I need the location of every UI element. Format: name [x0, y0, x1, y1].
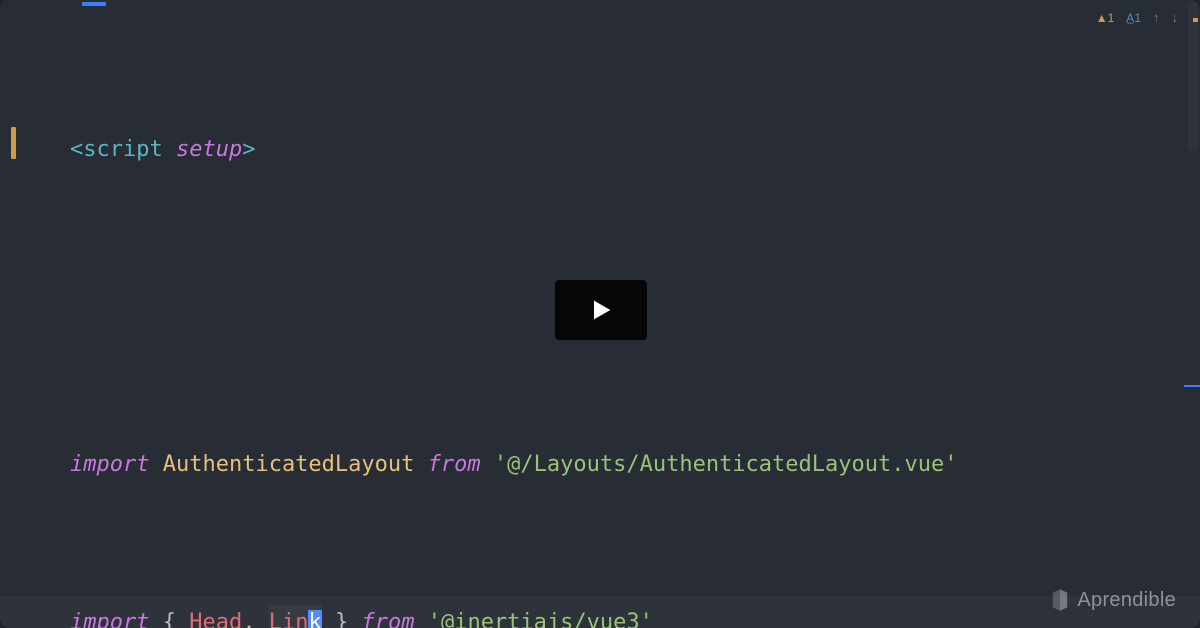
vcs-change-marker[interactable]	[11, 127, 16, 159]
identifier: Head	[189, 605, 242, 628]
code-line-active[interactable]: import { Head, Link } from '@inertiajs/v…	[0, 596, 1200, 628]
kw-import: import	[70, 447, 149, 482]
identifier-selected: Link	[269, 605, 322, 628]
viewport-marker-icon	[1184, 385, 1200, 387]
attr-name: setup	[176, 132, 242, 167]
code-line[interactable]: <script setup>	[70, 124, 1188, 176]
angle-open: <	[70, 132, 83, 167]
kw-import: import	[70, 605, 149, 628]
warning-marker-icon[interactable]	[1193, 18, 1198, 22]
kw-from: from	[428, 447, 481, 482]
brand-logo-icon	[1051, 589, 1069, 611]
watermark-text: Aprendible	[1077, 584, 1176, 616]
text-cursor: k	[308, 610, 321, 628]
kw-from: from	[361, 605, 414, 628]
tag-name: script	[83, 132, 162, 167]
play-button[interactable]	[555, 280, 647, 340]
identifier: AuthenticatedLayout	[163, 447, 415, 482]
angle-close: >	[242, 132, 255, 167]
scrollbar-thumb-icon[interactable]	[1188, 1, 1198, 151]
string-literal: @inertiajs/vue3	[441, 605, 640, 628]
active-tab-indicator	[82, 2, 106, 6]
code-line[interactable]: import AuthenticatedLayout from '@/Layou…	[70, 439, 1188, 491]
play-icon	[587, 296, 615, 324]
editor-gutter[interactable]	[0, 0, 26, 628]
watermark: Aprendible	[1051, 584, 1176, 616]
error-stripe[interactable]	[1193, 0, 1198, 628]
string-literal: @/Layouts/AuthenticatedLayout.vue	[507, 447, 944, 482]
